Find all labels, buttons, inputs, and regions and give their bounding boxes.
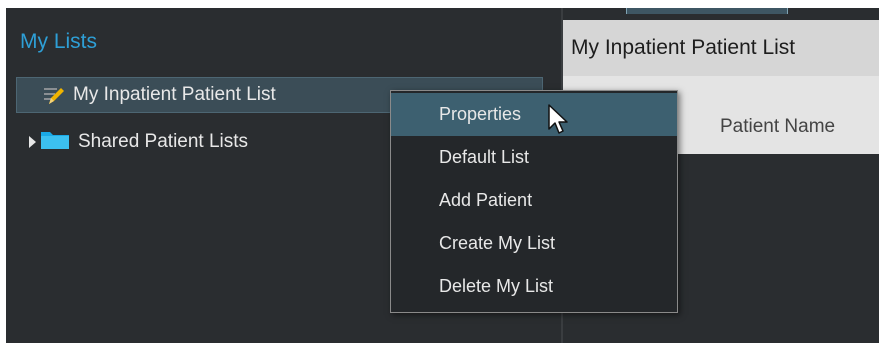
- column-header-patient-name[interactable]: Patient Name: [720, 116, 835, 138]
- list-header-title: My Inpatient Patient List: [563, 20, 879, 76]
- menu-item-properties[interactable]: Properties: [391, 93, 677, 136]
- top-tab-indicator[interactable]: [626, 8, 788, 14]
- folder-icon: [40, 128, 70, 156]
- menu-item-delete-my-list[interactable]: Delete My List: [391, 265, 677, 308]
- pencil-icon: [43, 84, 65, 106]
- section-title: My Lists: [20, 30, 98, 53]
- context-menu: Properties Default List Add Patient Crea…: [390, 90, 678, 313]
- menu-item-default-list[interactable]: Default List: [391, 136, 677, 179]
- menu-item-add-patient[interactable]: Add Patient: [391, 179, 677, 222]
- mouse-cursor-icon: [547, 103, 569, 142]
- tree-item-label: Shared Patient Lists: [78, 131, 249, 152]
- menu-item-create-my-list[interactable]: Create My List: [391, 222, 677, 265]
- arrow-right-icon[interactable]: [29, 136, 36, 148]
- tree-item-label: My Inpatient Patient List: [73, 84, 276, 105]
